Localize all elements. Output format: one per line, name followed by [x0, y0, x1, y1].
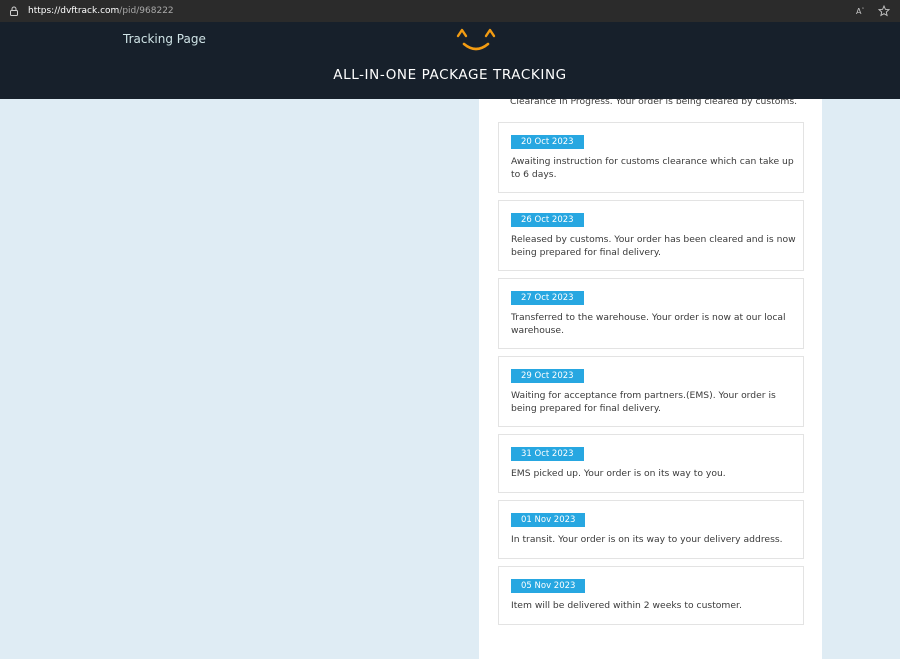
event-description: EMS picked up. Your order is on its way … [511, 468, 726, 479]
event-description: In transit. Your order is on its way to … [511, 534, 783, 545]
url-host: https://dvftrack.com [28, 6, 120, 16]
lock-icon [10, 6, 18, 16]
tracking-event: 05 Nov 2023 Item will be delivered withi… [498, 566, 804, 625]
url-field[interactable]: https://dvftrack.com/pid/968222 [28, 6, 174, 16]
event-date-badge: 27 Oct 2023 [511, 291, 584, 305]
event-date-badge: 01 Nov 2023 [511, 513, 586, 527]
tracking-event: 01 Nov 2023 In transit. Your order is on… [498, 500, 804, 559]
event-description: Awaiting instruction for customs clearan… [511, 156, 794, 180]
event-date-badge: 31 Oct 2023 [511, 447, 584, 461]
svg-text:ⁿ: ⁿ [862, 7, 864, 13]
event-date-badge: 05 Nov 2023 [511, 579, 586, 593]
event-date-badge: 29 Oct 2023 [511, 369, 584, 383]
tracking-event: 29 Oct 2023 Waiting for acceptance from … [498, 356, 804, 427]
event-date-badge: 26 Oct 2023 [511, 213, 584, 227]
event-description: Transferred to the warehouse. Your order… [511, 312, 786, 336]
event-description: Item will be delivered within 2 weeks to… [511, 600, 742, 611]
tracking-event: 20 Oct 2023 Awaiting instruction for cus… [498, 122, 804, 193]
tracking-event: 27 Oct 2023 Transferred to the warehouse… [498, 278, 804, 349]
event-description: Waiting for acceptance from partners.(EM… [511, 390, 776, 414]
read-aloud-icon[interactable]: A ⁿ [856, 5, 868, 17]
smile-icon[interactable] [455, 27, 497, 55]
favorite-star-icon[interactable] [878, 5, 890, 17]
event-date-badge: 20 Oct 2023 [511, 135, 584, 149]
browser-address-bar: https://dvftrack.com/pid/968222 A ⁿ [0, 0, 900, 22]
url-path: /pid/968222 [119, 6, 174, 16]
partial-event-text: Clearance In Progress. Your order is bei… [510, 99, 798, 107]
nav-tracking-page-link[interactable]: Tracking Page [123, 32, 206, 46]
site-header: Tracking Page ALL-IN-ONE PACKAGE TRACKIN… [0, 22, 900, 99]
event-description: Released by customs. Your order has been… [511, 234, 796, 258]
tracking-timeline-panel: Clearance In Progress. Your order is bei… [479, 99, 822, 659]
tracking-event: 31 Oct 2023 EMS picked up. Your order is… [498, 434, 804, 493]
tracking-event: 26 Oct 2023 Released by customs. Your or… [498, 200, 804, 271]
page-title: ALL-IN-ONE PACKAGE TRACKING [333, 67, 567, 83]
